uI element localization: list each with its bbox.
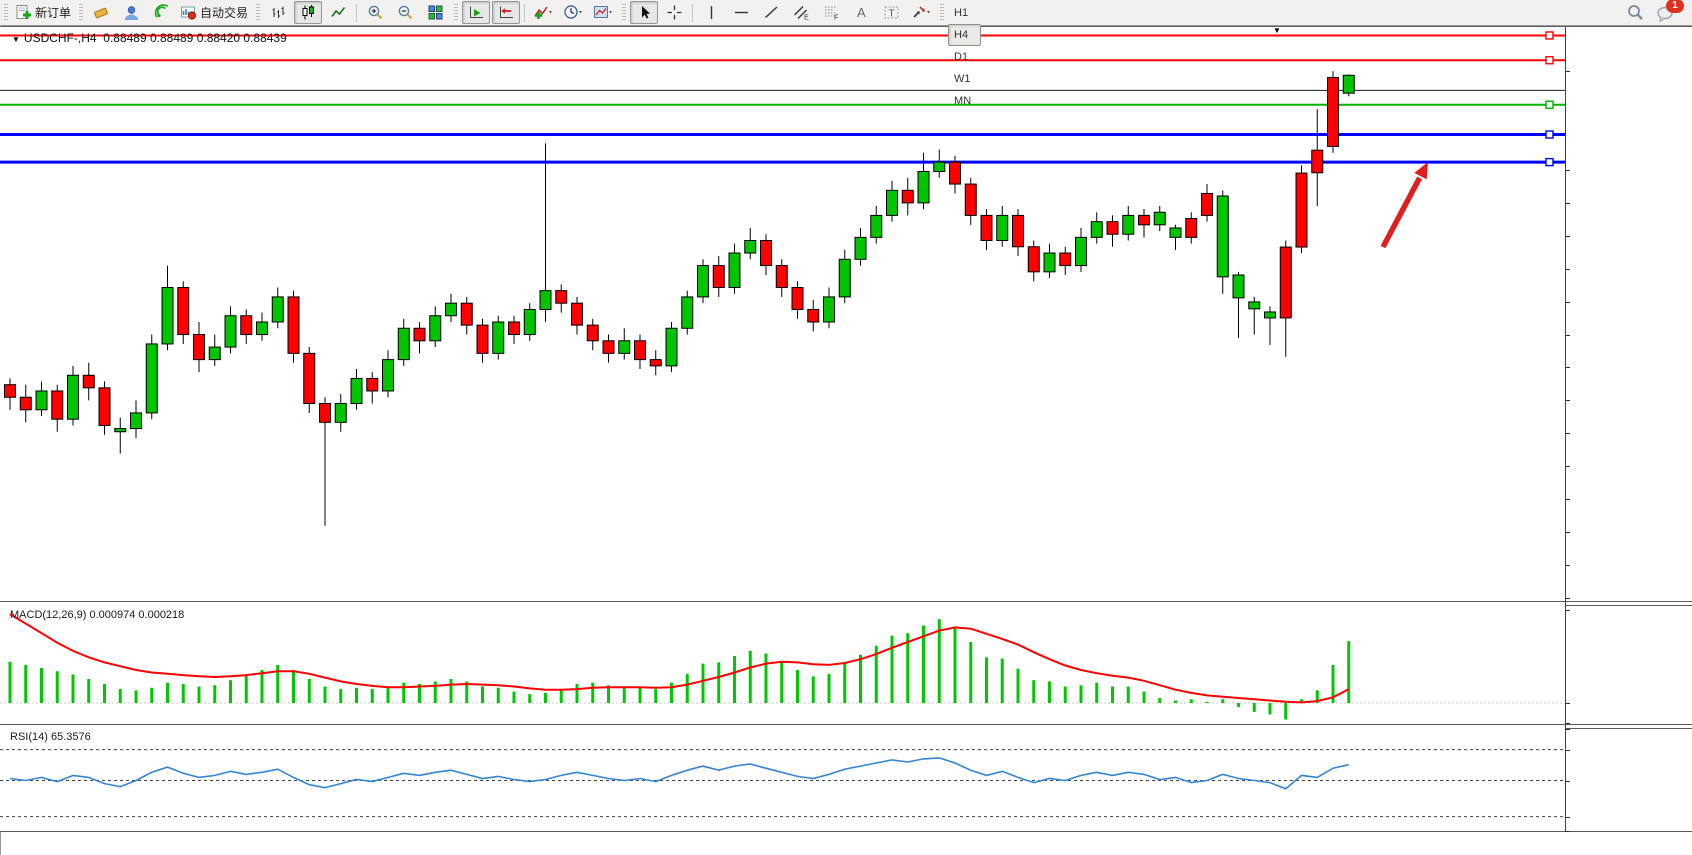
zoom-in-button[interactable] [361, 1, 389, 24]
toolbar: 新订单 自动交易 [0, 0, 1692, 26]
periods-button[interactable] [559, 1, 587, 24]
notifications-button[interactable]: 1 [1651, 1, 1683, 25]
bar-chart-icon [270, 4, 287, 21]
candlestick-chart-icon [300, 4, 317, 21]
line-chart-icon [330, 4, 347, 21]
auto-scroll-button[interactable] [462, 1, 490, 24]
timeframe-MN[interactable]: MN [948, 90, 981, 112]
auto-trading-icon [180, 4, 197, 21]
market-watch-icon [93, 4, 110, 21]
notification-badge: 1 [1666, 0, 1684, 13]
tile-windows-button[interactable] [421, 1, 449, 24]
tile-windows-icon [427, 4, 444, 21]
timeframe-H4[interactable]: H4 [948, 24, 981, 46]
svg-text:F: F [834, 15, 838, 22]
auto-scroll-icon [468, 4, 485, 21]
rsi-label: RSI(14) 65.3576 [10, 731, 91, 743]
templates-button[interactable] [589, 1, 617, 24]
timeframe-H1[interactable]: H1 [948, 2, 981, 24]
chart-shift-icon [498, 4, 515, 21]
chart-title: ▼ USDCHF-,H4 0.88489 0.88489 0.88420 0.88… [12, 31, 287, 45]
macd-panel[interactable] [0, 605, 1566, 724]
timeframe-D1[interactable]: D1 [948, 46, 981, 68]
text-label-icon: T [883, 4, 900, 21]
crosshair-icon [666, 4, 683, 21]
signals-icon [153, 4, 170, 21]
ohlc-values: 0.88489 0.88489 0.88420 0.88439 [103, 31, 287, 45]
timeframe-toolbar: M1M5M15M30H1H4D1W1MN [947, 0, 982, 112]
cursor-icon [636, 4, 653, 21]
crosshair-button[interactable] [660, 1, 688, 24]
fibonacci-icon: F [823, 4, 840, 21]
symbol-dropdown-icon[interactable]: ▼ [12, 35, 20, 44]
arrows-icon [911, 4, 932, 21]
text-button[interactable]: A [847, 1, 875, 24]
vertical-line-button[interactable] [697, 1, 725, 24]
line-chart-button[interactable] [324, 1, 352, 24]
horizontal-line-button[interactable] [727, 1, 755, 24]
auto-trading-button[interactable]: 自动交易 [177, 1, 251, 24]
new-order-label: 新订单 [35, 4, 71, 21]
templates-icon [593, 4, 614, 21]
equidistant-channel-icon: E [793, 4, 810, 21]
add-indicator-icon [533, 4, 554, 21]
price-axis[interactable]: 0.885000.881850.880800.879750.878700.877… [1566, 0, 1692, 855]
timeframe-W1[interactable]: W1 [948, 68, 981, 90]
svg-text:A: A [857, 5, 866, 20]
market-watch-button[interactable] [87, 1, 115, 24]
zoom-out-icon [397, 4, 414, 21]
chart-shift-button[interactable] [492, 1, 520, 24]
trendline-icon [763, 4, 780, 21]
svg-text:T: T [888, 9, 894, 20]
auto-trading-label: 自动交易 [200, 4, 248, 21]
search-button[interactable] [1621, 1, 1649, 24]
fibonacci-button[interactable]: F [817, 1, 845, 24]
rsi-panel[interactable] [0, 728, 1566, 831]
zoom-out-button[interactable] [391, 1, 419, 24]
arrows-button[interactable] [907, 1, 935, 24]
add-indicator-button[interactable] [529, 1, 557, 24]
signals-button[interactable] [147, 1, 175, 24]
scroll-marker-icon: ▼ [1273, 26, 1281, 35]
equidistant-channel-button[interactable]: E [787, 1, 815, 24]
search-icon [1626, 3, 1645, 22]
periods-icon [563, 4, 584, 21]
text-label-button[interactable]: T [877, 1, 905, 24]
profiles-icon [123, 4, 140, 21]
trendline-button[interactable] [757, 1, 785, 24]
profiles-button[interactable] [117, 1, 145, 24]
text-icon: A [853, 4, 870, 21]
candlestick-chart-button[interactable] [294, 1, 322, 24]
vertical-line-icon [703, 4, 720, 21]
bar-chart-button[interactable] [264, 1, 292, 24]
time-axis[interactable]: 6 Aug 20237 Aug 12:008 Aug 04:008 Aug 20… [0, 832, 1692, 855]
horizontal-line-icon [733, 4, 750, 21]
mt4-window: 新订单 自动交易 [0, 0, 1692, 855]
symbol-name: USDCHF-,H4 [24, 31, 97, 45]
new-order-icon [15, 4, 32, 21]
toolbar-grip [4, 4, 8, 22]
main-chart-panel[interactable] [0, 27, 1566, 601]
new-order-button[interactable]: 新订单 [12, 1, 74, 24]
macd-label: MACD(12,26,9) 0.000974 0.000218 [10, 609, 184, 621]
zoom-in-icon [367, 4, 384, 21]
cursor-button[interactable] [630, 1, 658, 24]
svg-text:E: E [804, 15, 809, 22]
